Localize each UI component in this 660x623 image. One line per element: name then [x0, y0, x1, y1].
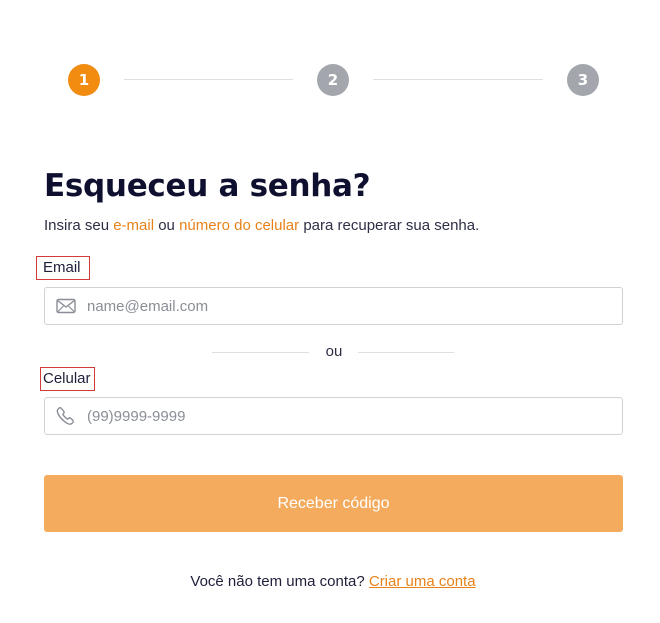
phone-label: Celular — [40, 367, 95, 391]
envelope-icon — [55, 295, 77, 317]
email-input[interactable] — [87, 288, 622, 324]
step-connector — [373, 79, 543, 80]
subtitle-or: ou — [154, 217, 180, 234]
create-account-link[interactable]: Criar uma conta — [369, 573, 476, 590]
subtitle-email-highlight: e-mail — [113, 217, 155, 234]
page-subtitle: Insira seu e-mail ou número do celular p… — [44, 217, 479, 234]
phone-input[interactable] — [87, 398, 622, 434]
divider-text: ou — [325, 343, 343, 360]
subtitle-suffix: para recuperar sua senha. — [299, 217, 480, 234]
divider-line-right — [358, 352, 454, 353]
email-label: Email — [36, 256, 90, 280]
receive-code-button[interactable]: Receber código — [44, 475, 623, 532]
phone-icon — [55, 405, 77, 427]
email-field-wrapper[interactable] — [44, 287, 623, 325]
signup-prompt: Você não tem uma conta? Criar uma conta — [0, 573, 660, 590]
step-3-indicator: 3 — [567, 64, 599, 96]
step-2-indicator: 2 — [317, 64, 349, 96]
subtitle-phone-highlight: número do celular — [179, 217, 300, 234]
progress-stepper: 1 2 3 — [68, 64, 599, 96]
signup-question: Você não tem uma conta? — [190, 573, 365, 590]
page-title: Esqueceu a senha? — [44, 168, 371, 204]
step-connector — [124, 79, 293, 80]
subtitle-prefix: Insira seu — [44, 217, 114, 234]
divider-line-left — [212, 352, 309, 353]
step-1-indicator: 1 — [68, 64, 100, 96]
phone-field-wrapper[interactable] — [44, 397, 623, 435]
